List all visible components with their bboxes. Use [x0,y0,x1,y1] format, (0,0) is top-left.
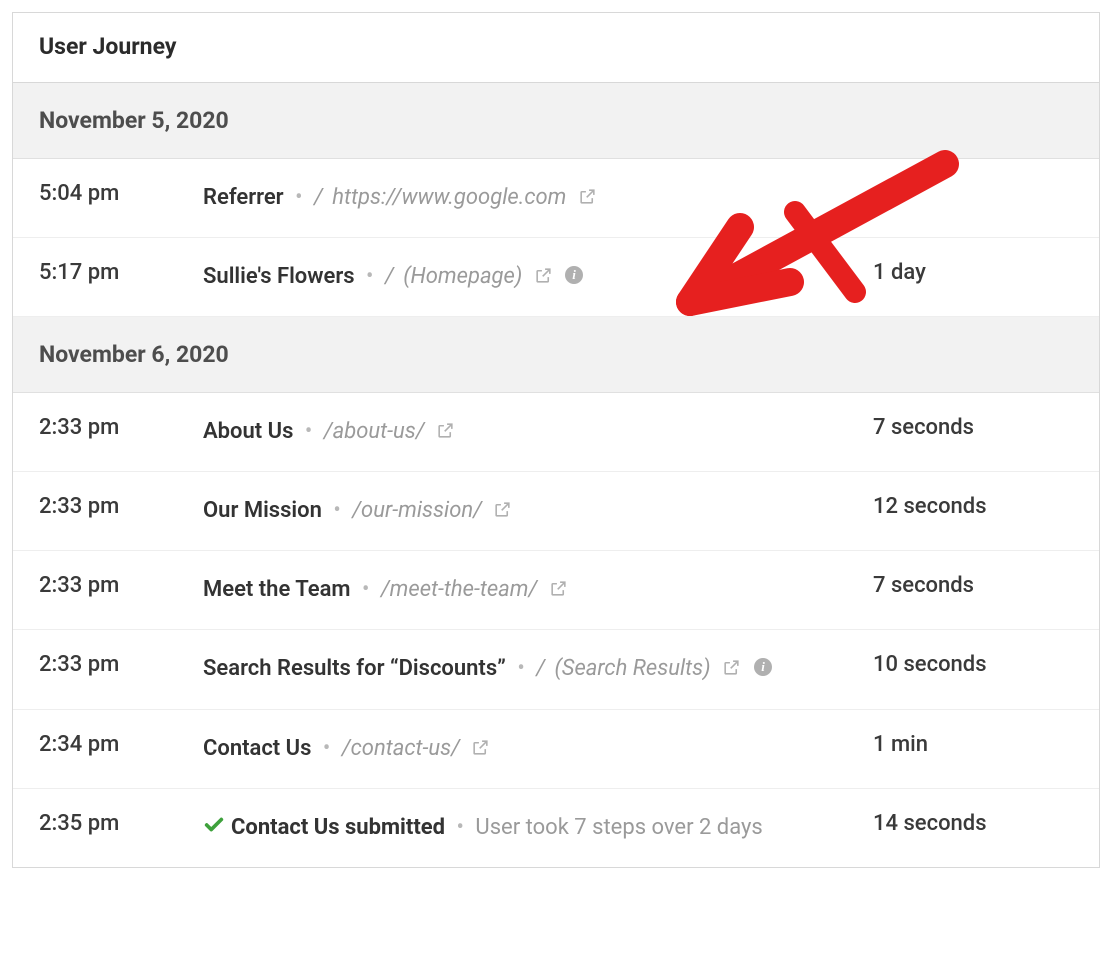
row-main: Referrer • / https://www.google.com [203,181,873,215]
row-time: 2:33 pm [39,415,203,440]
row-duration: 10 seconds [873,652,1073,677]
row-time: 2:33 pm [39,652,203,677]
journey-row: 5:04 pm Referrer • / https://www.google.… [13,159,1099,238]
external-link-icon[interactable] [549,579,568,598]
check-icon [203,814,225,836]
row-time: 2:35 pm [39,811,203,836]
row-main: Search Results for “Discounts” • / (Sear… [203,652,873,686]
row-title: Meet the Team [203,577,351,602]
row-slash: / [314,185,327,210]
panel-title: User Journey [13,13,1099,83]
row-path: /contact-us/ [342,736,460,761]
row-duration: 7 seconds [873,573,1073,598]
row-path: (Homepage) [403,264,522,289]
row-time: 2:34 pm [39,732,203,757]
row-title: Contact Us submitted [231,815,445,840]
row-time: 5:04 pm [39,181,203,206]
dot-sep: • [511,656,530,681]
row-time: 2:33 pm [39,573,203,598]
row-main: Contact Us • /contact-us/ [203,732,873,766]
row-duration: 1 min [873,732,1073,757]
journey-row: 2:33 pm Meet the Team • /meet-the-team/ … [13,551,1099,630]
row-time: 5:17 pm [39,260,203,285]
row-title: Referrer [203,185,284,210]
row-title: Our Mission [203,498,322,523]
dot-sep: • [327,498,346,523]
row-path: https://www.google.com [332,185,566,210]
date-group-0: November 5, 2020 [13,83,1099,159]
external-link-icon[interactable] [493,500,512,519]
journey-row: 2:34 pm Contact Us • /contact-us/ 1 min [13,710,1099,789]
dot-sep: • [451,815,470,840]
row-main: About Us • /about-us/ [203,415,873,449]
dot-sep: • [360,264,379,289]
dot-sep: • [317,736,336,761]
journey-row: 2:33 pm Search Results for “Discounts” •… [13,630,1099,709]
row-duration: 7 seconds [873,415,1073,440]
external-link-icon[interactable] [471,738,490,757]
journey-row: 2:33 pm Our Mission • /our-mission/ 12 s… [13,472,1099,551]
external-link-icon[interactable] [534,266,553,285]
journey-row: 2:35 pm Contact Us submitted • User took… [13,789,1099,867]
row-slash: / [385,264,398,289]
row-title: Sullie's Flowers [203,264,355,289]
row-duration: 1 day [873,260,1073,285]
row-duration: 12 seconds [873,494,1073,519]
info-icon[interactable]: i [564,265,584,285]
row-title: Search Results for “Discounts” [203,656,506,681]
row-main: Sullie's Flowers • / (Homepage) i [203,260,873,294]
info-icon[interactable]: i [753,657,773,677]
row-slash: / [536,656,549,681]
journey-row: 2:33 pm About Us • /about-us/ 7 seconds [13,393,1099,472]
journey-row: 5:17 pm Sullie's Flowers • / (Homepage) … [13,238,1099,317]
row-main: Contact Us submitted • User took 7 steps… [203,811,873,845]
row-duration: 14 seconds [873,811,1073,836]
row-path: (Search Results) [555,656,711,681]
row-main: Our Mission • /our-mission/ [203,494,873,528]
dot-sep: • [356,577,375,602]
external-link-icon[interactable] [722,658,741,677]
row-path: /meet-the-team/ [381,577,537,602]
row-summary: User took 7 steps over 2 days [475,815,762,840]
row-path: /our-mission/ [352,498,482,523]
svg-text:i: i [761,659,765,674]
row-path: /about-us/ [324,419,425,444]
row-time: 2:33 pm [39,494,203,519]
svg-text:i: i [572,267,576,282]
row-title: Contact Us [203,736,311,761]
dot-sep: • [299,419,318,444]
row-main: Meet the Team • /meet-the-team/ [203,573,873,607]
external-link-icon[interactable] [578,187,597,206]
dot-sep: • [289,185,308,210]
external-link-icon[interactable] [436,421,455,440]
date-group-1: November 6, 2020 [13,317,1099,393]
row-title: About Us [203,419,293,444]
